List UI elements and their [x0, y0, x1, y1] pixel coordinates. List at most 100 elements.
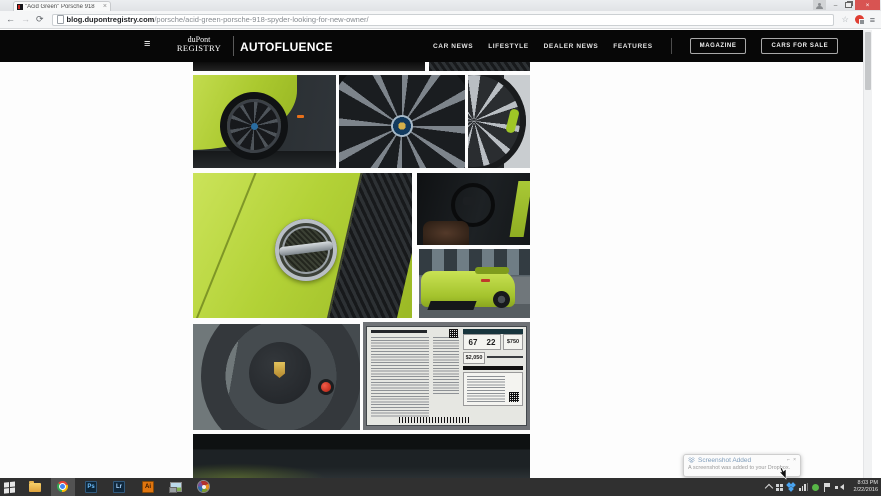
nav-lifestyle[interactable]: LIFESTYLE: [488, 43, 528, 50]
nav-features[interactable]: FEATURES: [613, 43, 652, 50]
tab-close-icon[interactable]: ×: [103, 3, 107, 10]
windows-logo-icon: [4, 481, 16, 493]
notification-close-icon[interactable]: ×: [793, 458, 796, 463]
mouse-cursor: [776, 466, 788, 480]
tray-expand-icon[interactable]: [765, 484, 773, 492]
illustrator-button[interactable]: Ai: [142, 481, 154, 493]
action-center-flag-icon[interactable]: [823, 483, 831, 492]
photoshop-icon: Ps: [85, 481, 97, 493]
nav-car-news[interactable]: CAR NEWS: [433, 43, 473, 50]
lightroom-button[interactable]: Lr: [113, 481, 125, 493]
green-reflection: [193, 462, 333, 478]
system-tray: [766, 478, 843, 496]
folder-icon: [29, 483, 41, 492]
gallery-photo-sliver-right[interactable]: [429, 62, 530, 71]
logo-divider: [233, 36, 234, 56]
start-button[interactable]: [4, 481, 16, 493]
file-explorer-button[interactable]: [29, 481, 41, 493]
url-text: blog.dupontregistry.com/porsche/acid-gre…: [67, 15, 369, 24]
photoshop-button[interactable]: Ps: [85, 481, 97, 493]
gallery-photo-interior[interactable]: [417, 173, 530, 245]
refresh-icon[interactable]: ⟳: [36, 15, 44, 24]
url-path: /porsche/acid-green-porsche-918-spyder-l…: [154, 15, 368, 24]
site-nav: CAR NEWS LIFESTYLE DEALER NEWS FEATURES …: [433, 30, 838, 62]
notification-title: Screenshot Added: [698, 457, 784, 464]
restore-button[interactable]: [842, 0, 855, 10]
magazine-button[interactable]: MAGAZINE: [690, 38, 747, 54]
clock-date: 2/22/2016: [854, 487, 878, 494]
gallery-photo-wheel-caliper[interactable]: [468, 75, 530, 168]
gallery-photo-wheel-closeup[interactable]: [339, 75, 465, 168]
tray-status-icon[interactable]: [812, 484, 819, 491]
photo-viewer-icon: [170, 482, 182, 492]
lightroom-icon: Lr: [113, 481, 125, 493]
picasa-button[interactable]: [198, 481, 210, 493]
dupont-favicon: [17, 4, 23, 10]
nav-dealer-news[interactable]: DEALER NEWS: [544, 43, 599, 50]
tray-grid-icon[interactable]: [776, 484, 783, 491]
rating-slider: [487, 356, 523, 358]
porsche-center-cap: [391, 115, 413, 137]
brown-seat: [423, 221, 469, 245]
page-scrollbar[interactable]: [863, 30, 872, 478]
rear-wheel: [493, 291, 510, 308]
site-menu-icon[interactable]: ≡: [144, 39, 150, 50]
save-box: $750: [503, 334, 523, 350]
sticker-barcode: [399, 417, 471, 423]
gallery-photo-rear-three-quarter[interactable]: [419, 249, 530, 318]
close-button[interactable]: ×: [855, 0, 880, 10]
site-header: ≡ duPont REGISTRY AUTOFLUENCE CAR NEWS L…: [0, 30, 872, 62]
cars-for-sale-button[interactable]: CARS FOR SALE: [761, 38, 838, 54]
mpg-value: 22: [487, 338, 496, 347]
autofluence-logo[interactable]: AUTOFLUENCE: [240, 40, 333, 54]
notification-settings-icon[interactable]: ⌐: [787, 458, 790, 463]
wheel-center-cap: [251, 123, 258, 130]
taillight: [481, 279, 490, 282]
forward-icon[interactable]: →: [21, 15, 30, 24]
bookmark-star-icon[interactable]: ☆: [842, 15, 849, 24]
speaker-icon[interactable]: [835, 483, 843, 491]
minimize-button[interactable]: –: [829, 0, 842, 10]
taskbar-clock[interactable]: 8:03 PM 2/22/2016: [854, 480, 878, 493]
steering-hub: [463, 197, 475, 205]
chrome-taskbar-button[interactable]: [57, 481, 69, 493]
url-bar[interactable]: blog.dupontregistry.com/porsche/acid-gre…: [52, 14, 834, 26]
browser-tab[interactable]: "Acid Green" Porsche 918 ×: [13, 1, 111, 11]
gallery-photo-window-sticker[interactable]: 67 22 $750 $2,050: [363, 322, 530, 430]
clock-time: 8:03 PM: [854, 480, 878, 487]
chrome-menu-icon[interactable]: ≡: [870, 15, 875, 25]
person-icon: [818, 3, 821, 6]
scrollbar-thumb[interactable]: [865, 32, 871, 90]
fueleconomy-gov-bar: [463, 366, 523, 370]
gallery-photo-sliver-left[interactable]: [193, 62, 425, 71]
sticker-text-column-2: [433, 337, 459, 395]
sticker-notes-box: [463, 372, 523, 406]
profile-button[interactable]: [813, 0, 826, 10]
body-seam: [193, 173, 259, 318]
dupont-registry-logo[interactable]: duPont REGISTRY: [170, 36, 228, 53]
network-icon[interactable]: [799, 483, 808, 491]
sticker-text-column-1: [371, 337, 429, 417]
mpge-value: 67: [469, 338, 478, 347]
taskbar: Ps Lr Ai 8:03 PM 2/22/2016: [0, 478, 881, 496]
sticker-qr-top: [449, 329, 458, 338]
annual-fuel-cost: $2,050: [466, 355, 483, 361]
rear-spoiler: [475, 267, 509, 274]
back-icon[interactable]: ←: [6, 15, 15, 24]
rear-diffuser: [427, 301, 476, 310]
adblock-extension-icon[interactable]: [855, 15, 864, 24]
tray-dropbox-icon[interactable]: [787, 483, 795, 491]
desktop: "Acid Green" Porsche 918 × – × ← → ⟳ blo…: [0, 0, 881, 496]
dropbox-icon: [688, 457, 695, 464]
picasa-icon: [198, 481, 209, 492]
gallery-photo-green-fender-wheel[interactable]: [193, 75, 336, 168]
save-amount: $750: [507, 339, 519, 345]
sticker-notes-lines: [467, 376, 505, 403]
page-viewport: ≡ duPont REGISTRY AUTOFLUENCE CAR NEWS L…: [0, 30, 872, 478]
gallery-photo-fuel-cap-carbon[interactable]: [193, 173, 412, 318]
gallery-photo-next-partial[interactable]: [193, 434, 530, 478]
chrome-icon: [57, 481, 68, 492]
sticker-qr-bottom: [509, 392, 519, 402]
gallery-photo-steering-wheel[interactable]: [193, 324, 360, 430]
photo-viewer-button[interactable]: [170, 481, 182, 493]
